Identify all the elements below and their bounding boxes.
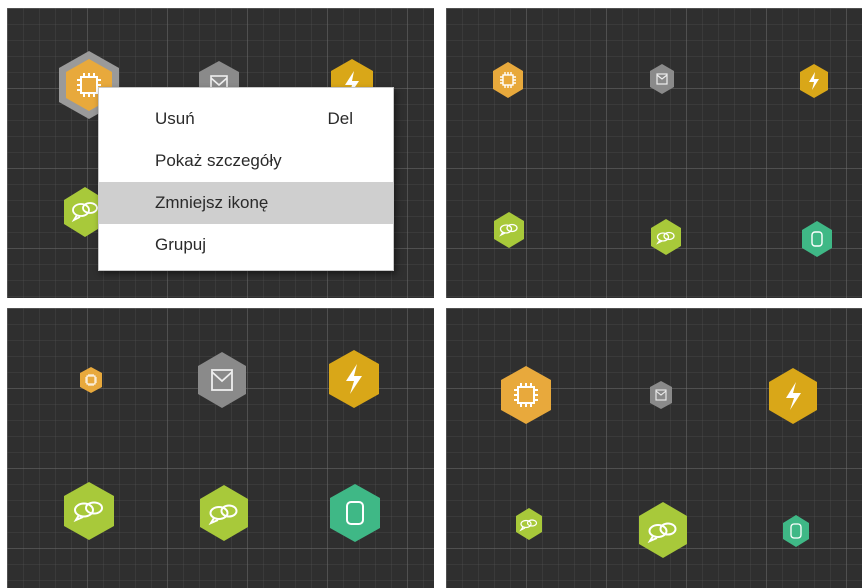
menu-item-shrink-icon[interactable]: Zmniejsz ikonę	[99, 182, 393, 224]
chip-node[interactable]	[499, 365, 553, 425]
canvas-panel-top-left[interactable]: Usuń Del Pokaż szczegóły Zmniejsz ikonę …	[7, 8, 434, 298]
canvas-panel-top-right[interactable]	[446, 8, 862, 298]
chat-node[interactable]	[649, 218, 683, 256]
menu-item-show-details[interactable]: Pokaż szczegóły	[99, 140, 393, 182]
bolt-node[interactable]	[798, 63, 830, 99]
chip-node[interactable]	[78, 366, 104, 394]
envelope-node[interactable]	[648, 380, 674, 410]
menu-item-delete[interactable]: Usuń Del	[99, 98, 393, 140]
menu-item-label: Pokaż szczegóły	[155, 151, 282, 170]
chip-node[interactable]	[491, 61, 525, 99]
device-node[interactable]	[781, 514, 811, 548]
chat-node[interactable]	[514, 507, 544, 541]
menu-item-shortcut: Del	[327, 109, 353, 128]
device-node[interactable]	[328, 483, 382, 543]
canvas-panel-bottom-left[interactable]	[7, 308, 434, 588]
envelope-node[interactable]	[648, 63, 676, 95]
chat-node[interactable]	[637, 501, 689, 559]
device-node[interactable]	[800, 220, 834, 258]
menu-item-label: Zmniejsz ikonę	[155, 193, 269, 212]
envelope-node[interactable]	[196, 351, 248, 409]
chat-node[interactable]	[62, 481, 116, 541]
context-menu: Usuń Del Pokaż szczegóły Zmniejsz ikonę …	[98, 87, 394, 271]
menu-item-label: Usuń	[155, 109, 195, 128]
menu-item-group[interactable]: Grupuj	[99, 224, 393, 266]
menu-item-label: Grupuj	[155, 235, 207, 254]
bolt-node[interactable]	[767, 367, 819, 425]
canvas-panel-bottom-right[interactable]	[446, 308, 862, 588]
chat-node[interactable]	[492, 211, 526, 249]
chat-node[interactable]	[198, 484, 250, 542]
bolt-node[interactable]	[327, 349, 381, 409]
